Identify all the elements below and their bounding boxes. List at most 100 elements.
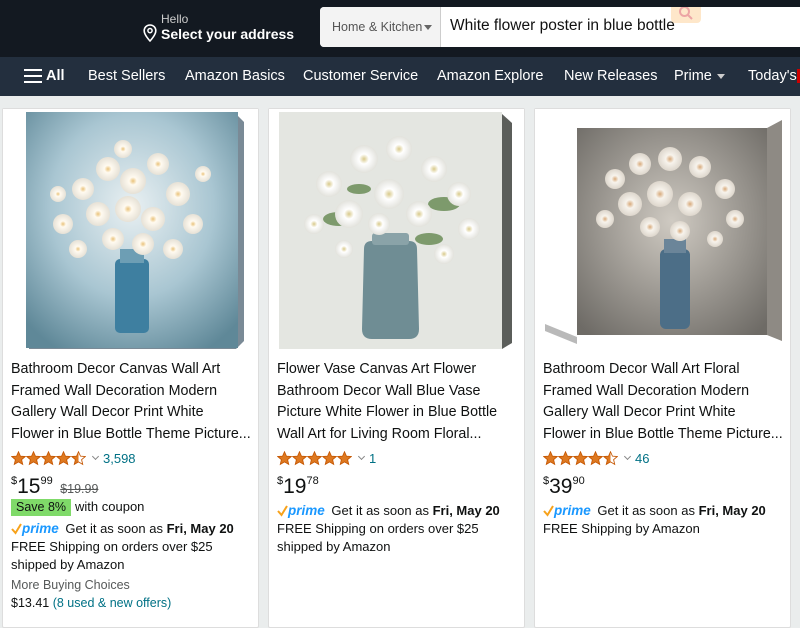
- star-icon: [543, 450, 558, 465]
- nav-todays-label: Today's: [748, 68, 797, 84]
- shipping-info: FREE Shipping on orders over $25 shipped…: [277, 521, 479, 554]
- product-image-art: [26, 112, 244, 349]
- title-line: Bathroom Decor Canvas Wall Art: [11, 361, 221, 377]
- review-count[interactable]: 46: [635, 451, 649, 466]
- product-image-art: [279, 112, 512, 349]
- hello-text: Hello: [161, 12, 189, 26]
- star-icon: [11, 450, 26, 465]
- search-department-dropdown[interactable]: Home & Kitchen: [320, 7, 441, 47]
- title-line: Picture White Flower in Blue Bottle: [277, 404, 498, 420]
- star-icon: [588, 450, 603, 465]
- shipping-info: FREE Shipping by Amazon: [543, 521, 700, 536]
- offers-link[interactable]: (8 used & new offers): [53, 596, 172, 610]
- star-icon: [322, 450, 337, 465]
- price-fraction: 90: [572, 475, 585, 487]
- nav-best-sellers[interactable]: Best Sellers: [88, 57, 165, 96]
- title-line: Flower Vase Canvas Art Flower: [277, 361, 477, 377]
- prime-check-icon: [543, 505, 554, 517]
- star-icon: [307, 450, 322, 465]
- nav-customer-service[interactable]: Customer Service: [303, 57, 418, 96]
- nav-all-menu[interactable]: All: [24, 57, 65, 96]
- delivery-date: Fri, May 20: [698, 503, 766, 518]
- delivery-date: Fri, May 20: [432, 503, 500, 518]
- product-card: Bathroom Decor Canvas Wall Art Framed Wa…: [2, 108, 259, 628]
- chevron-down-icon: [716, 73, 725, 79]
- title-line: Framed Wall Decoration Modern: [11, 382, 218, 399]
- search-input[interactable]: White flower poster in blue bottle: [450, 7, 675, 47]
- nav-prime[interactable]: Prime: [674, 57, 725, 96]
- top-header: Hello Select your address Home & Kitchen…: [0, 0, 800, 57]
- search-icon: [679, 7, 693, 20]
- star-icon: [573, 450, 588, 465]
- title-line: Flower in Blue Bottle Theme Picture...: [11, 425, 251, 442]
- price-whole: 39: [549, 475, 573, 498]
- prime-label: prime: [22, 521, 59, 536]
- prime-delivery: prime Get it as soon as Fri, May 20: [543, 503, 766, 518]
- hamburger-menu-icon: [24, 69, 42, 83]
- price[interactable]: $1978: [277, 475, 319, 499]
- star-icon: [41, 450, 56, 465]
- star-rating: [11, 450, 86, 466]
- star-rating: [543, 450, 618, 466]
- star-icon: [558, 450, 573, 465]
- nav-new-releases[interactable]: New Releases: [564, 57, 658, 96]
- nav-amazon-basics[interactable]: Amazon Basics: [185, 57, 285, 96]
- rating-row[interactable]: 46: [543, 450, 649, 466]
- price[interactable]: $3990: [543, 475, 585, 499]
- select-address-link[interactable]: Select your address: [161, 26, 294, 42]
- product-title-link[interactable]: Flower Vase Canvas Art Flower Bathroom D…: [277, 359, 523, 445]
- shipping-info: FREE Shipping on orders over $25 shipped…: [11, 539, 213, 572]
- offer-price: $13.41: [11, 596, 50, 610]
- more-buying-choices: More Buying Choices: [11, 578, 130, 592]
- prime-delivery: prime Get it as soon as Fri, May 20: [277, 503, 500, 518]
- delivery-prefix: Get it as soon as: [597, 503, 695, 518]
- title-line: Flower in Blue Bottle Theme Picture...: [543, 425, 783, 442]
- title-line: Bathroom Decor Wall Art Floral: [543, 361, 740, 377]
- prime-delivery: prime Get it as soon as Fri, May 20: [11, 521, 234, 536]
- rating-row[interactable]: 1: [277, 450, 376, 466]
- product-title-link[interactable]: Bathroom Decor Canvas Wall Art Framed Wa…: [11, 359, 257, 445]
- search-bar: Home & Kitchen White flower poster in bl…: [320, 7, 800, 47]
- nav-todays-deals[interactable]: Today's: [748, 57, 800, 96]
- delivery-prefix: Get it as soon as: [65, 521, 163, 536]
- price[interactable]: $1599 $19.99: [11, 475, 98, 499]
- offers-row: $13.41 (8 used & new offers): [11, 596, 171, 610]
- prime-check-icon: [277, 505, 288, 517]
- review-count[interactable]: 3,598: [103, 451, 136, 466]
- product-card: Flower Vase Canvas Art Flower Bathroom D…: [268, 108, 525, 628]
- star-icon: [56, 450, 71, 465]
- star-rating: [277, 450, 352, 466]
- nav-all-label: All: [46, 68, 65, 84]
- nav-prime-label: Prime: [674, 68, 712, 84]
- chevron-down-icon: [424, 25, 432, 30]
- star-icon: [277, 450, 292, 465]
- search-button[interactable]: [671, 7, 701, 23]
- prime-label: prime: [554, 503, 591, 518]
- coupon-row: Save 8% with coupon: [11, 499, 144, 516]
- title-line: Wall Art for Living Room Floral...: [277, 425, 482, 442]
- star-icon: [337, 450, 352, 465]
- list-price: $19.99: [60, 482, 99, 496]
- product-image[interactable]: [535, 109, 790, 353]
- nav-amazon-explore[interactable]: Amazon Explore: [437, 57, 543, 96]
- chevron-down-icon: [357, 452, 366, 460]
- product-title-link[interactable]: Bathroom Decor Wall Art Floral Framed Wa…: [543, 359, 789, 445]
- coupon-badge: Save 8%: [11, 499, 72, 516]
- chevron-down-icon: [623, 452, 632, 460]
- title-line: Gallery Wall Decor Print White: [11, 404, 204, 420]
- review-count[interactable]: 1: [369, 451, 376, 466]
- title-line: Gallery Wall Decor Print White: [543, 404, 736, 420]
- chevron-down-icon: [91, 452, 100, 460]
- location-pin-icon: [143, 24, 157, 42]
- coupon-text: with coupon: [75, 499, 145, 514]
- price-fraction: 78: [306, 475, 319, 487]
- product-image[interactable]: [269, 109, 524, 353]
- title-line: Bathroom Decor Wall Blue Vase: [277, 382, 481, 399]
- product-image[interactable]: [3, 109, 258, 353]
- main-nav: All Best Sellers Amazon Basics Customer …: [0, 57, 800, 96]
- title-line: Framed Wall Decoration Modern: [543, 382, 750, 399]
- rating-row[interactable]: 3,598: [11, 450, 136, 466]
- star-icon: [26, 450, 41, 465]
- price-whole: 15: [17, 475, 41, 498]
- delivery-date: Fri, May 20: [166, 521, 234, 536]
